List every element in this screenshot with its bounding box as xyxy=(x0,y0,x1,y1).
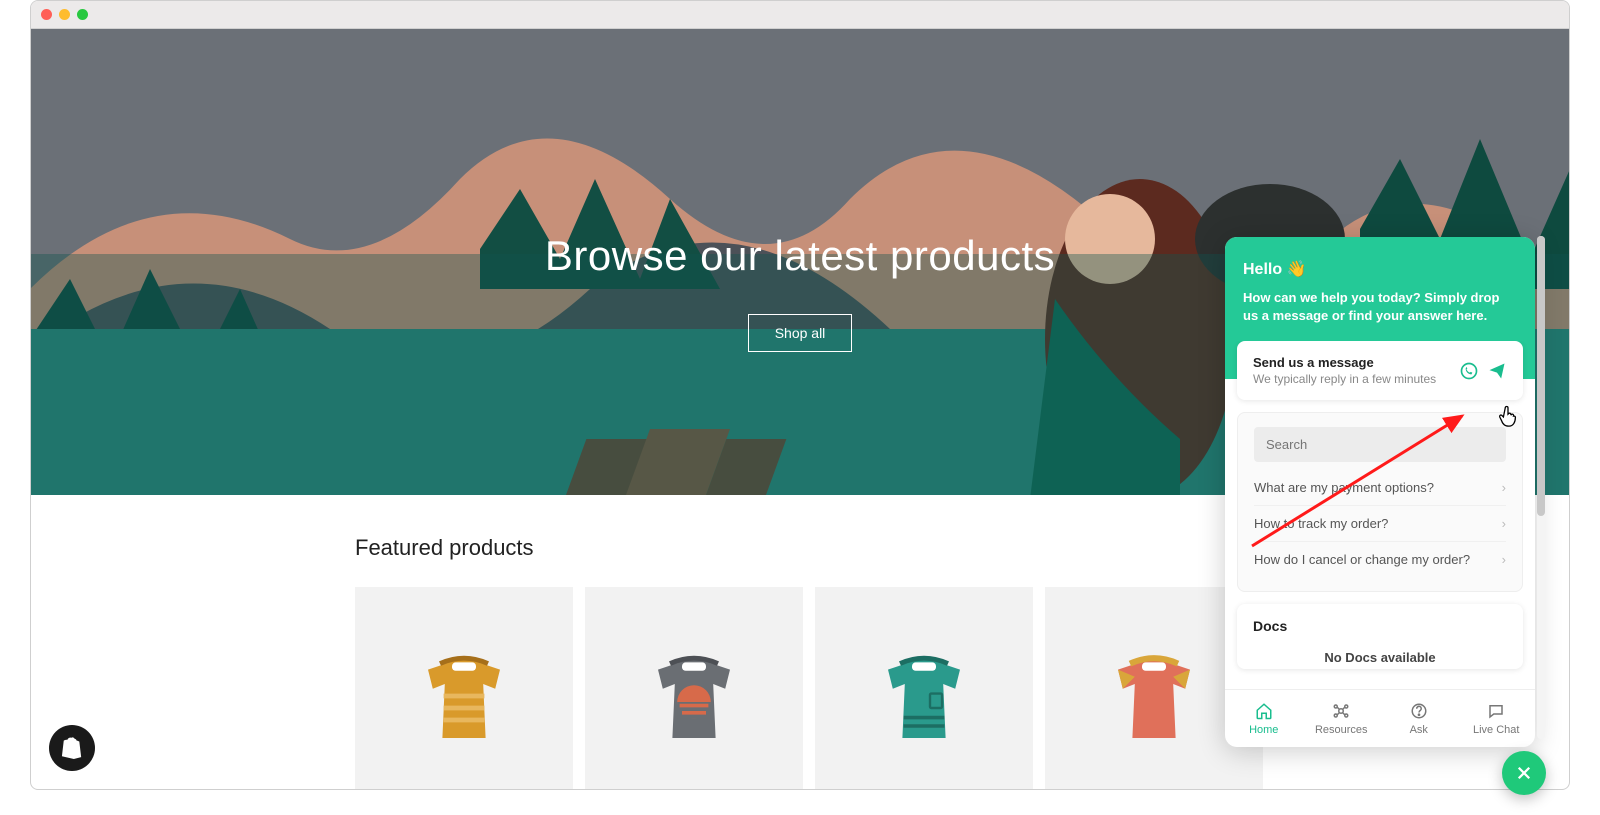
chat-subtext: How can we help you today? Simply drop u… xyxy=(1243,289,1517,325)
chevron-right-icon: › xyxy=(1502,480,1506,495)
faq-item[interactable]: How to track my order? › xyxy=(1254,505,1506,541)
shopify-icon xyxy=(61,736,83,760)
faq-item-label: How do I cancel or change my order? xyxy=(1254,552,1470,567)
tab-ask[interactable]: Ask xyxy=(1380,690,1458,747)
send-message-subtitle: We typically reply in a few minutes xyxy=(1253,372,1436,386)
chevron-right-icon: › xyxy=(1502,552,1506,567)
tab-resources[interactable]: Resources xyxy=(1303,690,1381,747)
page-viewport: Browse our latest products Shop all Feat… xyxy=(31,29,1569,789)
shop-all-button[interactable]: Shop all xyxy=(748,314,853,352)
chat-greeting: Hello 👋 xyxy=(1243,259,1517,279)
send-message-title: Send us a message xyxy=(1253,355,1436,370)
browser-window: Browse our latest products Shop all Feat… xyxy=(30,0,1570,790)
tab-label: Live Chat xyxy=(1473,724,1519,736)
tab-label: Home xyxy=(1249,724,1278,736)
docs-title: Docs xyxy=(1253,618,1507,634)
tab-label: Ask xyxy=(1410,724,1428,736)
send-icon[interactable] xyxy=(1487,361,1507,381)
home-icon xyxy=(1255,702,1273,720)
tab-label: Resources xyxy=(1315,724,1368,736)
faq-item[interactable]: What are my payment options? › xyxy=(1254,470,1506,505)
product-image xyxy=(585,587,803,789)
product-card[interactable] xyxy=(815,587,1033,789)
chat-widget: Hello 👋 How can we help you today? Simpl… xyxy=(1225,237,1535,747)
tab-livechat[interactable]: Live Chat xyxy=(1458,690,1536,747)
docs-card: Docs No Docs available xyxy=(1237,604,1523,669)
featured-heading: Featured products xyxy=(355,535,1245,561)
tab-home[interactable]: Home xyxy=(1225,690,1303,747)
faq-item-label: What are my payment options? xyxy=(1254,480,1434,495)
chat-icon xyxy=(1487,702,1505,720)
whatsapp-icon[interactable] xyxy=(1459,361,1479,381)
faq-item-label: How to track my order? xyxy=(1254,516,1388,531)
faq-item[interactable]: How do I cancel or change my order? › xyxy=(1254,541,1506,577)
product-image xyxy=(355,587,573,789)
product-card[interactable] xyxy=(585,587,803,789)
chat-scrollbar[interactable] xyxy=(1537,236,1545,739)
window-minimize-dot[interactable] xyxy=(59,9,70,20)
product-grid xyxy=(355,587,1245,789)
shopify-badge[interactable] xyxy=(49,725,95,771)
faq-search-input[interactable] xyxy=(1254,427,1506,462)
resources-icon xyxy=(1332,702,1350,720)
send-message-card[interactable]: Send us a message We typically reply in … xyxy=(1237,341,1523,400)
question-icon xyxy=(1410,702,1428,720)
chat-tabs: Home Resources Ask Live Chat xyxy=(1225,689,1535,747)
docs-empty-message: No Docs available xyxy=(1253,650,1507,665)
close-icon xyxy=(1515,764,1533,782)
product-image xyxy=(815,587,1033,789)
window-titlebar xyxy=(31,1,1569,29)
window-close-dot[interactable] xyxy=(41,9,52,20)
product-card[interactable] xyxy=(355,587,573,789)
window-zoom-dot[interactable] xyxy=(77,9,88,20)
faq-card: What are my payment options? › How to tr… xyxy=(1237,412,1523,592)
wave-emoji: 👋 xyxy=(1287,261,1307,278)
chat-close-fab[interactable] xyxy=(1502,751,1546,795)
hero-title: Browse our latest products xyxy=(545,232,1055,280)
chevron-right-icon: › xyxy=(1502,516,1506,531)
